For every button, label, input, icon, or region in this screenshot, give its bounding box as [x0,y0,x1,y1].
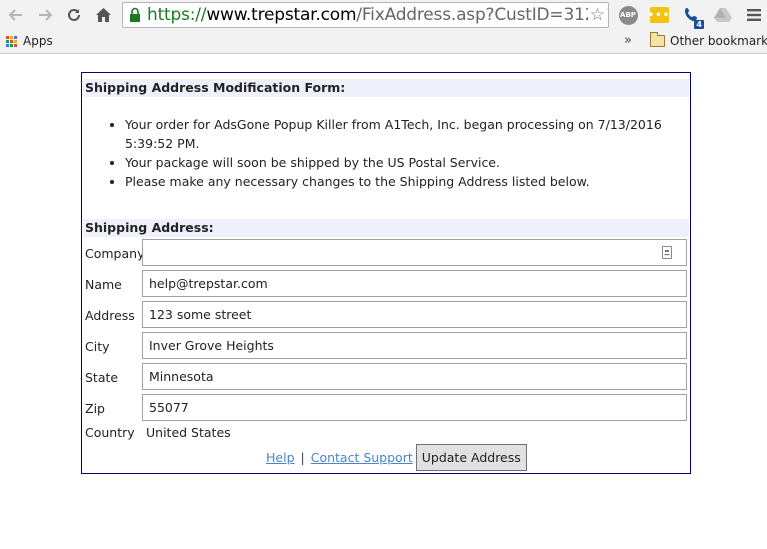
company-field[interactable] [142,239,687,266]
order-note: Your order for AdsGone Popup Killer from… [125,115,690,153]
city-field[interactable]: Inver Grove Heights [142,332,687,359]
lock-icon [129,7,141,26]
url-protocol: https:// [147,5,207,25]
order-note: Please make any necessary changes to the… [125,172,690,191]
address-heading: Shipping Address: [83,219,689,237]
hamburger-menu-icon [747,9,761,21]
form-heading: Shipping Address Modification Form: [83,79,689,97]
back-arrow-icon [8,9,22,21]
autofill-icon[interactable] [662,246,672,259]
reload-button[interactable] [63,4,85,26]
home-button[interactable] [92,4,114,26]
zip-label: Zip [85,401,105,416]
contact-support-link[interactable]: Contact Support [311,450,413,465]
home-icon [95,8,111,22]
name-field[interactable]: help@trepstar.com [142,270,687,297]
address-field[interactable]: 123 some street [142,301,687,328]
country-value: United States [146,425,231,440]
address-label: Address [85,308,135,323]
form-footer: Help | Contact Support Update Address [266,444,527,471]
forward-arrow-icon [39,9,53,21]
order-note: Your package will soon be shipped by the… [125,153,690,172]
help-link[interactable]: Help [266,450,295,465]
shipping-form: Shipping Address Modification Form: Your… [81,72,691,474]
adblock-icon: ABP [618,5,638,25]
name-label: Name [85,277,122,292]
city-label: City [85,339,110,354]
zip-field[interactable]: 55077 [142,394,687,421]
browser-toolbar: https://www.trepstar.com/FixAddress.asp?… [0,0,767,30]
order-notes-list: Your order for AdsGone Popup Killer from… [106,115,690,191]
url-path: /FixAddress.asp?CustID=3122114284 [356,5,608,25]
dots-icon: ••• [648,7,669,23]
update-address-button[interactable]: Update Address [415,444,527,471]
other-bookmarks-label: Other bookmarks [670,34,767,48]
drive-icon [714,8,732,22]
menu-button[interactable] [743,4,765,26]
phone-badge: 4 [694,20,704,29]
apps-grid-icon [6,35,17,47]
company-label: Company [85,246,145,261]
footer-separator: | [300,450,305,465]
apps-label: Apps [23,34,53,48]
yellow-extension-button[interactable]: ••• [648,4,670,26]
other-bookmarks-folder[interactable]: Other bookmarks [650,32,767,48]
reload-icon [68,8,80,21]
state-label: State [85,370,119,385]
url-host: www.trepstar.com [206,5,357,25]
drive-extension-button[interactable] [712,4,734,26]
state-field[interactable]: Minnesota [142,363,687,390]
apps-shortcut[interactable]: Apps [6,34,53,48]
adblock-extension-button[interactable]: ABP [617,4,639,26]
bookmark-star-icon[interactable]: ☆ [587,5,605,25]
folder-icon [650,32,665,47]
forward-button[interactable] [34,4,56,26]
bookmarks-bar: Apps » Other bookmarks [0,30,767,54]
bookmarks-overflow-icon[interactable]: » [624,33,632,48]
back-button[interactable] [5,4,27,26]
address-bar[interactable]: https://www.trepstar.com/FixAddress.asp?… [122,2,609,28]
phone-extension-button[interactable]: 4 [681,4,704,29]
country-label: Country [85,425,135,440]
url-text: https://www.trepstar.com/FixAddress.asp?… [147,5,608,25]
